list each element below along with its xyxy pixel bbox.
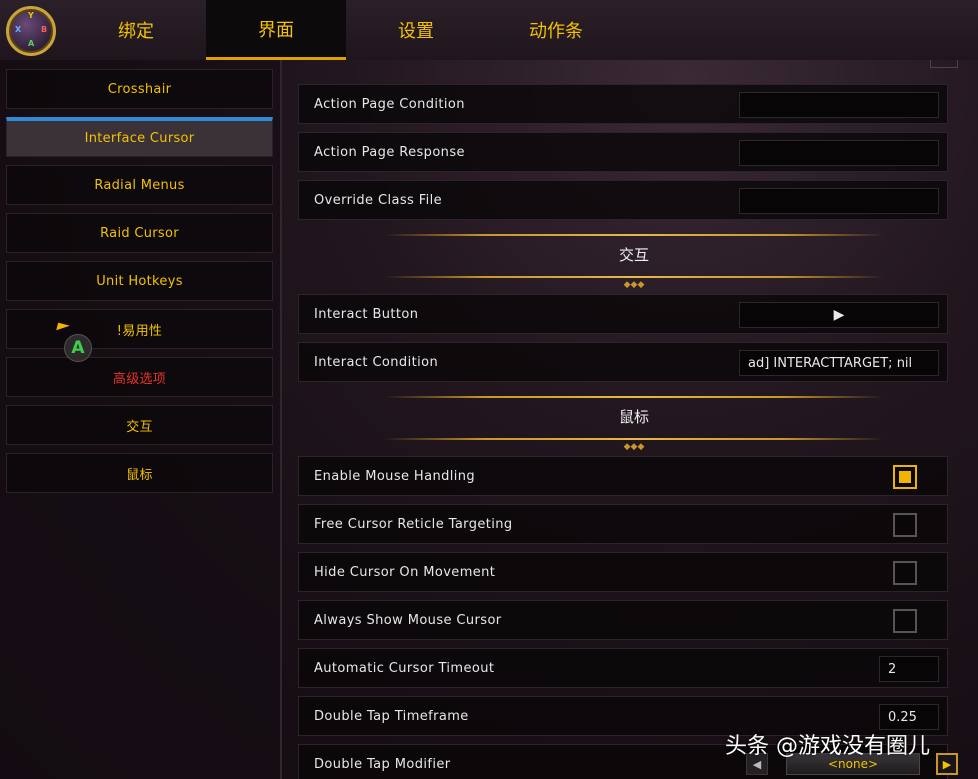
- sidebar-item-raid-cursor[interactable]: Raid Cursor: [6, 213, 273, 253]
- divider: [384, 234, 884, 236]
- action-page-response-input[interactable]: [739, 140, 939, 166]
- tab-interface[interactable]: 界面: [206, 0, 346, 60]
- sidebar-item-interact[interactable]: 交互: [6, 405, 273, 445]
- section-title: 交互: [618, 246, 649, 264]
- divider: [384, 276, 884, 278]
- always-show-mouse-cursor-checkbox[interactable]: [893, 609, 917, 633]
- setting-row-enable-mouse-handling: Enable Mouse Handling: [298, 456, 948, 496]
- sidebar-item-interface-cursor[interactable]: Interface Cursor: [6, 117, 273, 157]
- setting-label: Free Cursor Reticle Targeting: [314, 516, 513, 532]
- section-header-interact: 交互 ◆◆◆: [384, 232, 884, 290]
- sidebar: Crosshair Interface Cursor Radial Menus …: [0, 60, 282, 779]
- settings-panel: Action Page Condition Action Page Respon…: [284, 60, 978, 779]
- section-header-mouse: 鼠标 ◆◆◆: [384, 394, 884, 452]
- setting-label: Enable Mouse Handling: [314, 468, 476, 484]
- automatic-cursor-timeout-input[interactable]: 2: [879, 656, 939, 682]
- setting-label: Action Page Condition: [314, 96, 465, 112]
- app-window: Y X B A 绑定 界面 设置 动作条 Crosshair Interface…: [0, 0, 978, 779]
- sidebar-item-unit-hotkeys[interactable]: Unit Hotkeys: [6, 261, 273, 301]
- interact-button-binding[interactable]: ▶: [739, 302, 939, 328]
- setting-label: Always Show Mouse Cursor: [314, 612, 502, 628]
- setting-label: Automatic Cursor Timeout: [314, 660, 495, 676]
- setting-row-action-page-response: Action Page Response: [298, 132, 948, 172]
- ornament-icon: ◆◆◆: [623, 442, 645, 452]
- setting-label: Double Tap Timeframe: [314, 708, 469, 724]
- setting-row-free-cursor-reticle: Free Cursor Reticle Targeting: [298, 504, 948, 544]
- setting-row-interact-button: Interact Button ▶: [298, 294, 948, 334]
- setting-row-override-class-file: Override Class File: [298, 180, 948, 220]
- sidebar-item-advanced[interactable]: 高级选项: [6, 357, 273, 397]
- setting-row-hide-cursor-on-movement: Hide Cursor On Movement: [298, 552, 948, 592]
- a-button-icon: A: [64, 334, 92, 362]
- watermark: 头条 @游戏没有圈儿: [725, 734, 930, 759]
- sidebar-item-crosshair[interactable]: Crosshair: [6, 69, 273, 109]
- sidebar-item-accessibility[interactable]: !易用性: [6, 309, 273, 349]
- interact-condition-input[interactable]: ad] INTERACTTARGET; nil: [739, 350, 939, 376]
- setting-label: Hide Cursor On Movement: [314, 564, 496, 580]
- gamepad-logo-icon: Y X B A: [6, 6, 56, 56]
- setting-label: Interact Condition: [314, 354, 439, 370]
- setting-label: Action Page Response: [314, 144, 465, 160]
- logo-a-letter: A: [28, 39, 35, 48]
- enable-mouse-handling-checkbox[interactable]: [893, 465, 917, 489]
- section-title: 鼠标: [618, 408, 649, 426]
- setting-row-interact-condition: Interact Condition ad] INTERACTTARGET; n…: [298, 342, 948, 382]
- setting-label: Double Tap Modifier: [314, 756, 451, 772]
- free-cursor-reticle-checkbox[interactable]: [893, 513, 917, 537]
- setting-label: Override Class File: [314, 192, 443, 208]
- logo-x-letter: X: [15, 25, 22, 34]
- top-nav: Y X B A 绑定 界面 设置 动作条: [0, 0, 978, 60]
- override-class-file-input[interactable]: [739, 188, 939, 214]
- setting-row-always-show-mouse-cursor: Always Show Mouse Cursor: [298, 600, 948, 640]
- ornament-icon: ◆◆◆: [623, 280, 645, 290]
- modifier-next-button[interactable]: ▶: [936, 753, 958, 775]
- logo-y-letter: Y: [28, 11, 34, 20]
- tab-bindings[interactable]: 绑定: [66, 0, 206, 60]
- setting-label: Interact Button: [314, 306, 419, 322]
- tab-action-bars[interactable]: 动作条: [486, 0, 626, 60]
- partial-checkbox[interactable]: [930, 60, 958, 68]
- sidebar-item-mouse[interactable]: 鼠标: [6, 453, 273, 493]
- tab-settings[interactable]: 设置: [346, 0, 486, 60]
- divider: [384, 396, 884, 398]
- setting-row-automatic-cursor-timeout: Automatic Cursor Timeout 2: [298, 648, 948, 688]
- sidebar-item-radial-menus[interactable]: Radial Menus: [6, 165, 273, 205]
- divider: [384, 438, 884, 440]
- logo-b-letter: B: [41, 25, 48, 34]
- hide-cursor-on-movement-checkbox[interactable]: [893, 561, 917, 585]
- setting-row-action-page-condition: Action Page Condition: [298, 84, 948, 124]
- action-page-condition-input[interactable]: [739, 92, 939, 118]
- double-tap-timeframe-input[interactable]: 0.25: [879, 704, 939, 730]
